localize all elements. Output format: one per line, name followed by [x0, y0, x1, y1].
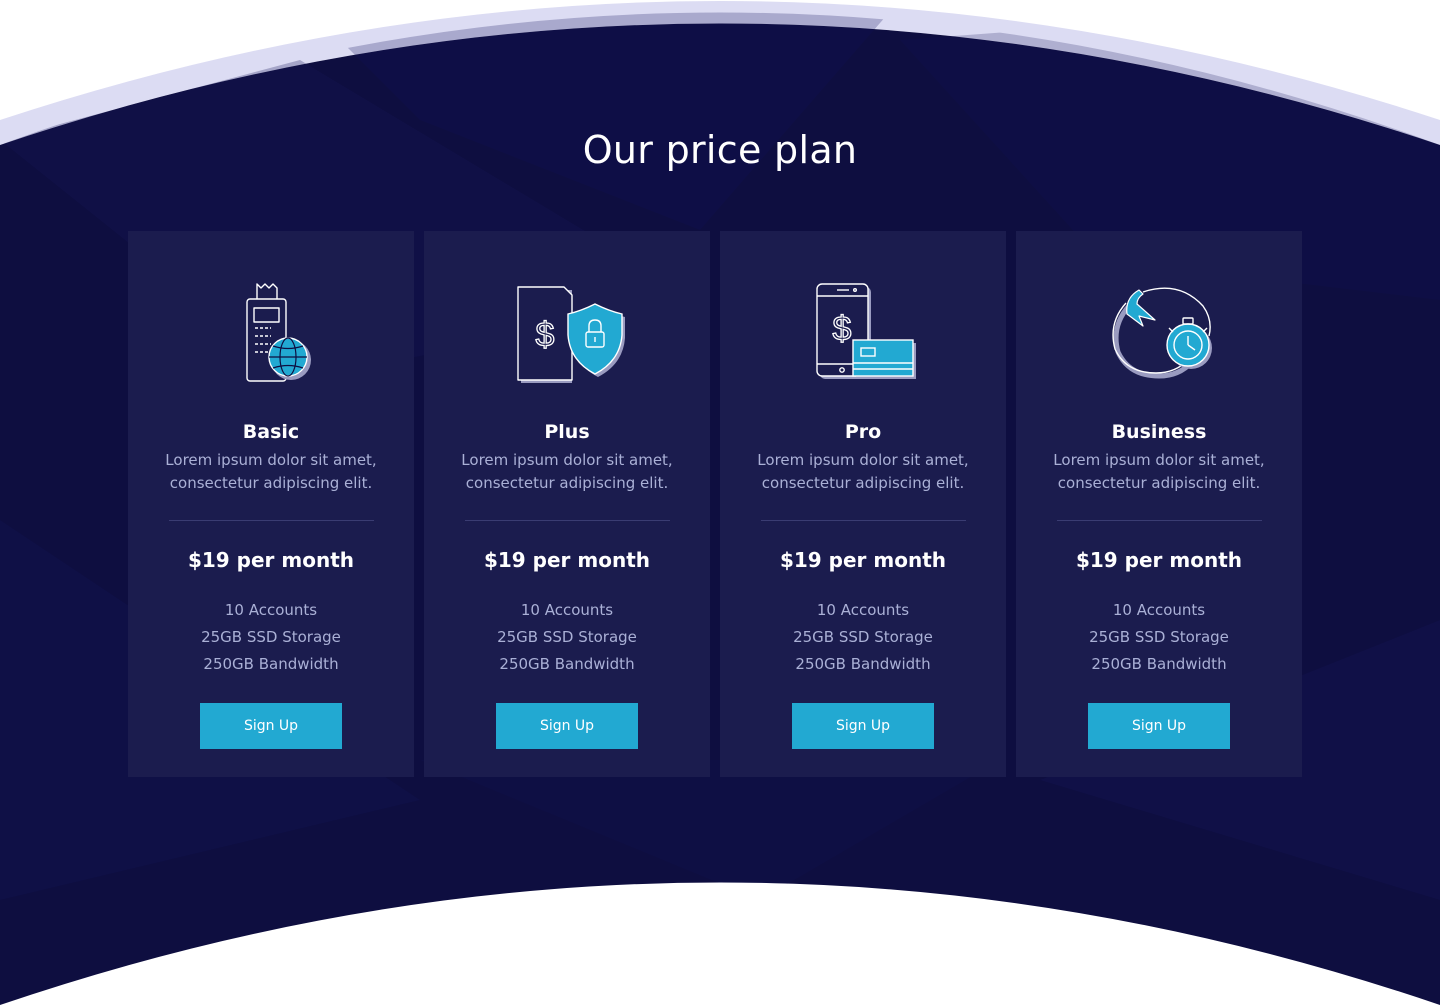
feature-item: 25GB SSD Storage: [497, 628, 637, 646]
divider: [1057, 520, 1262, 521]
sign-up-button[interactable]: Sign Up: [1088, 703, 1230, 749]
feature-list: 10 Accounts 25GB SSD Storage 250GB Bandw…: [1016, 597, 1302, 678]
pricing-card-plus: $ Plus Lorem ipsum dolor sit amet, conse…: [424, 231, 710, 777]
feature-item: 25GB SSD Storage: [1089, 628, 1229, 646]
feature-list: 10 Accounts 25GB SSD Storage 250GB Bandw…: [128, 597, 414, 678]
feature-item: 250GB Bandwidth: [1091, 655, 1227, 673]
feature-item: 10 Accounts: [1112, 601, 1206, 619]
plan-price: $19 per month: [1075, 548, 1243, 572]
plan-name: Plus: [544, 421, 590, 443]
plan-description: Lorem ipsum dolor sit amet, consectetur …: [1053, 451, 1265, 492]
plan-price: $19 per month: [187, 548, 355, 572]
divider: [169, 520, 374, 521]
feature-item: 250GB Bandwidth: [499, 655, 635, 673]
svg-text:$: $: [536, 316, 555, 354]
plan-price: $19 per month: [779, 548, 947, 572]
plan-description: Lorem ipsum dolor sit amet, consectetur …: [461, 451, 673, 492]
feature-list: 10 Accounts 25GB SSD Storage 250GB Bandw…: [720, 597, 1006, 678]
feature-item: 25GB SSD Storage: [793, 628, 933, 646]
sign-up-button[interactable]: Sign Up: [496, 703, 638, 749]
feature-list: 10 Accounts 25GB SSD Storage 250GB Bandw…: [424, 597, 710, 678]
plan-price: $19 per month: [483, 548, 651, 572]
clock-cycle-arrow-icon: [1016, 271, 1302, 391]
divider: [465, 520, 670, 521]
plan-description: Lorem ipsum dolor sit amet, consectetur …: [165, 451, 377, 492]
document-dollar-shield-icon: $: [424, 271, 710, 391]
divider: [761, 520, 966, 521]
feature-item: 10 Accounts: [816, 601, 910, 619]
feature-item: 25GB SSD Storage: [201, 628, 341, 646]
sign-up-button[interactable]: Sign Up: [200, 703, 342, 749]
svg-text:$: $: [833, 310, 852, 348]
pricing-card-basic: Basic Lorem ipsum dolor sit amet, consec…: [128, 231, 414, 777]
payment-terminal-globe-icon: [128, 271, 414, 391]
feature-item: 10 Accounts: [224, 601, 318, 619]
plan-name: Basic: [242, 421, 300, 443]
plan-name: Business: [1111, 421, 1207, 443]
feature-item: 10 Accounts: [520, 601, 614, 619]
plan-description: Lorem ipsum dolor sit amet, consectetur …: [757, 451, 969, 492]
pricing-cards: Basic Lorem ipsum dolor sit amet, consec…: [128, 231, 1303, 777]
plan-name: Pro: [844, 421, 882, 443]
pricing-card-business: Business Lorem ipsum dolor sit amet, con…: [1016, 231, 1302, 777]
phone-dollar-card-icon: $: [720, 271, 1006, 391]
feature-item: 250GB Bandwidth: [203, 655, 339, 673]
pricing-card-pro: $ Pro Lorem ipsum dolor sit amet, consec…: [720, 231, 1006, 777]
feature-item: 250GB Bandwidth: [795, 655, 931, 673]
page-title: Our price plan: [582, 128, 858, 172]
sign-up-button[interactable]: Sign Up: [792, 703, 934, 749]
